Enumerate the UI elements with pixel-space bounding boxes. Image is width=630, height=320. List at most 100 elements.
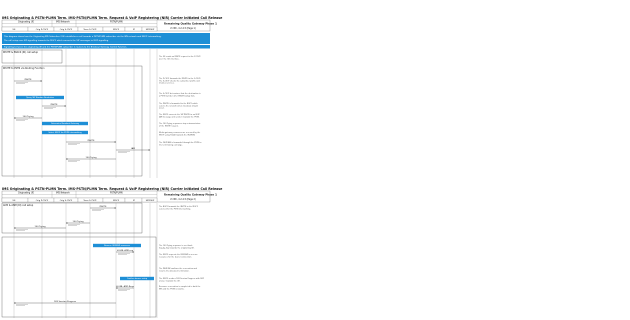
lane-header-label: Orig S-CSCF: [60, 199, 73, 202]
page-2-header-note: Remaining Quality Gateway Phase 1: [164, 193, 217, 197]
page-1-banner-line-2: The call setup uses SIP signalling towar…: [4, 39, 109, 42]
process-label: Select MGCF for PSTN interworking: [48, 131, 82, 134]
page-1-header-right: PSTN/PLMN: [110, 21, 123, 24]
message-label: H.248: ADD.Resp: [116, 285, 135, 288]
arrow-head: [148, 149, 150, 151]
page-1-banner: [2, 33, 210, 44]
page-1-sequence-body: INVITE & PRACK (RI) call setup INVITE to …: [1, 49, 201, 178]
message-detail-line: [118, 152, 127, 153]
side-note: The 100 Trying response is sent back hop-…: [159, 244, 195, 249]
side-note: The MGCF sends a 183 Session Progress wi…: [159, 277, 205, 282]
page-1-lane-headers: UE Orig P-CSCF Orig S-CSCF Term S-CSCF MGCF I…: [1, 26, 158, 32]
section-label: ACM & ANM (RI) call setup: [3, 204, 34, 207]
message-label: 100 Trying: [35, 225, 47, 228]
side-note: The IM-MGW confirms the reservation and r…: [159, 267, 197, 272]
lane-header-label: SIP/ISUP: [146, 200, 155, 202]
sequence-diagram-canvas: IMS Originating & PSTN-PLMN Term. IMS-PS…: [1, 16, 222, 318]
message-detail-line: [16, 120, 25, 121]
message-label: INVITE: [100, 206, 107, 208]
page-1-title: IMS Originating & PSTN-PLMN Term. IMS-PS…: [2, 16, 222, 20]
message-detail-line: [118, 151, 130, 152]
message-detail-line: [16, 82, 28, 83]
lane-header-label: SIP/ISUP: [146, 29, 155, 31]
page-2-lane-headers: UE Orig P-CSCF Orig S-CSCF Term S-CSCF MGCF I…: [1, 197, 158, 203]
page-1-banner-footer-text: Signalling between the originating UE an…: [4, 46, 127, 49]
page-1-header-left: Originating UE: [18, 21, 34, 24]
message-detail-line: [92, 210, 101, 211]
arrow-head: [14, 302, 16, 304]
process-label: Confirm bearer setup: [127, 277, 148, 280]
lane-header-label: Orig S-CSCF: [60, 28, 73, 31]
message-detail-line: [44, 108, 53, 109]
side-note: Media gateway resources are reserved by …: [159, 131, 201, 136]
arrow-head: [114, 141, 116, 143]
message-label: 183 Session Progress: [54, 300, 76, 303]
message-label: 100 Trying: [86, 156, 98, 159]
message-detail-line: [118, 253, 130, 254]
message-detail-line: [68, 144, 77, 145]
message-detail-line: [68, 160, 80, 161]
message-detail-line: [118, 289, 130, 290]
section-label: INVITE to PSTN via Routing Function: [3, 67, 45, 70]
side-note: The MGCF converts the SIP INVITE to an I…: [159, 113, 201, 118]
page-2-header-left: Originating UE: [18, 192, 34, 195]
lane-header-label: Term S-CSCF: [83, 199, 97, 202]
page-1-banner-line-1: This diagram shows how the Originating I…: [4, 35, 162, 38]
section-label: INVITE & PRACK (RI) call setup: [3, 51, 38, 54]
process-label: Query SIP Number Resolution: [26, 96, 55, 99]
page-2-header-note2: ch 9th, 4.2.4.5 (Page 2): [170, 198, 196, 201]
message-detail-line: [118, 254, 127, 255]
lane-header-label: Orig P-CSCF: [36, 199, 49, 202]
side-note: The ISUP IAM is forwarded through the PS…: [159, 141, 201, 146]
page-1-header-note: Remaining Quality Gateway Phase 1: [164, 22, 217, 26]
message-label: H.248: ADD.req: [117, 249, 134, 252]
lane-header-label: MGCF: [113, 29, 120, 31]
page-2-sequence-body: ACM & ANM (RI) call setup INVITE 100 Tryin…: [1, 202, 205, 318]
message-label: IAM: [131, 147, 135, 150]
side-note: The BGCF forwards the INVITE to the MGCF…: [159, 205, 198, 210]
message-detail-line: [118, 290, 127, 291]
arrow-head: [14, 117, 16, 119]
lane-header-label: Orig P-CSCF: [36, 28, 49, 31]
arrow-head: [64, 105, 66, 107]
process-label: Reserve IM-MGW resources: [104, 244, 130, 247]
message-label: INVITE: [88, 140, 95, 142]
process-label: Determine Breakout Gateway: [51, 122, 80, 125]
side-note: The UE sends an INVITE request to the P-…: [159, 55, 201, 60]
message-detail-line: [68, 161, 77, 162]
side-note: The 100 Trying responses stop retransmis…: [159, 122, 200, 127]
arrow-head: [14, 227, 16, 229]
page-2-header-mid: IMS Network: [56, 192, 70, 195]
lane-header-label: MGCF: [113, 200, 120, 202]
page-2-header-right: PSTN/PLMN: [110, 192, 123, 195]
message-detail-line: [16, 230, 25, 231]
message-detail-line: [68, 143, 80, 144]
side-note: The P-CSCF forwards the INVITE to the S-…: [159, 77, 201, 85]
message-label: INVITE: [25, 79, 32, 81]
side-note: Resource reservation is completed in bot…: [159, 285, 201, 290]
diagram-page-1: IMS Originating & PSTN-PLMN Term. IMS-PS…: [1, 16, 222, 178]
message-detail-line: [16, 119, 28, 120]
message-detail-line: [16, 304, 28, 305]
page-1-header-note2: ch 9th, 4.2.4.5 (Page 1): [170, 27, 196, 30]
side-note: The S-CSCF determines that the destinati…: [159, 92, 201, 97]
message-detail-line: [68, 224, 80, 225]
message-detail-line: [16, 83, 25, 84]
message-label: 100 Trying: [23, 115, 35, 118]
message-label: INVITE: [51, 104, 58, 106]
page-1-header-mid: IMS Network: [56, 21, 70, 24]
message-label: 100 Trying: [73, 220, 85, 223]
side-note: The MGCF requests the IM-MGW to reserve r…: [159, 253, 199, 258]
message-detail-line: [68, 225, 77, 226]
message-detail-line: [92, 209, 104, 210]
section-frame: [1, 202, 143, 234]
message-detail-line: [44, 107, 56, 108]
side-note: The INVITE is forwarded to the BGCF whic…: [159, 102, 198, 110]
message-detail-line: [16, 305, 25, 306]
message-detail-line: [16, 229, 28, 230]
lane-header-label: Term S-CSCF: [83, 28, 97, 31]
arrow-head: [66, 222, 68, 224]
arrow-head: [114, 207, 116, 209]
page-2-title: IMS Originating & PSTN-PLMN Term. IMS-PS…: [2, 187, 222, 191]
arrow-head: [66, 158, 68, 160]
